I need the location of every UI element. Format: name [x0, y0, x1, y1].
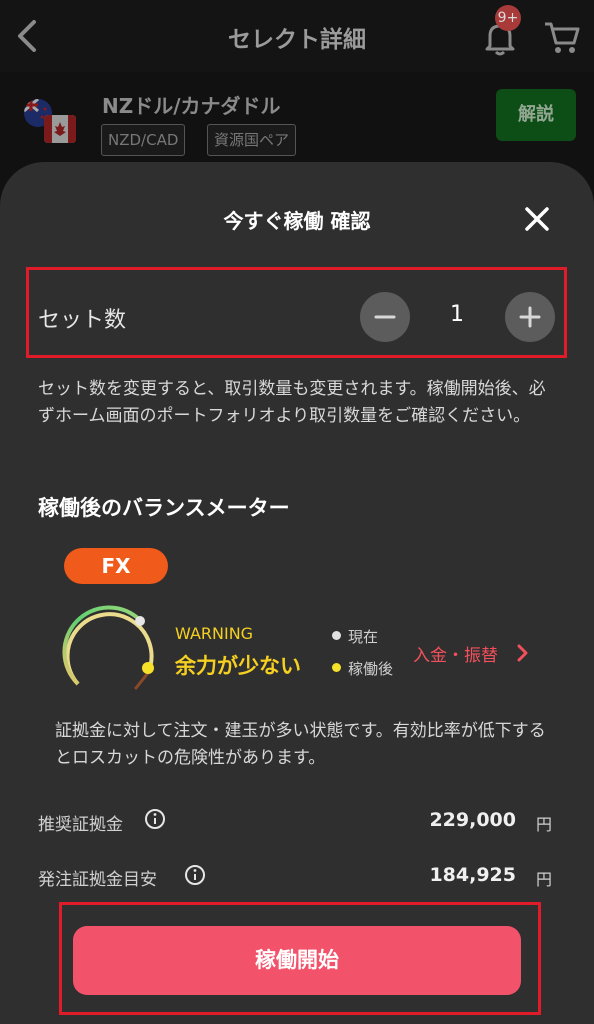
notification-badge: 9+ [495, 5, 521, 31]
increment-button[interactable] [505, 292, 555, 342]
start-button[interactable]: 稼働開始 [73, 926, 521, 995]
top-bar: セレクト詳細 9+ [0, 0, 594, 72]
deposit-transfer-link[interactable]: 入金・振替 [413, 641, 498, 666]
tag-category: 資源国ペア [207, 124, 297, 156]
order-margin-value: 184,925 [429, 864, 516, 886]
legend-after: 稼働後 [348, 660, 394, 678]
info-icon[interactable] [144, 808, 166, 830]
legend-current-dot [332, 631, 341, 640]
recommended-margin-value: 229,000 [429, 809, 516, 831]
chevron-right-icon[interactable] [516, 643, 530, 663]
ca-flag-icon [44, 115, 76, 143]
order-margin-unit: 円 [536, 870, 553, 889]
info-icon[interactable] [184, 864, 206, 886]
status-text: 余力が少ない [175, 654, 301, 678]
status-label: WARNING [175, 624, 254, 643]
legend-current: 現在 [348, 628, 379, 646]
close-icon[interactable] [520, 202, 554, 236]
set-count-value[interactable]: 1 [420, 302, 494, 327]
cart-icon[interactable] [540, 14, 584, 58]
order-margin-label: 発注証拠金目安 [38, 870, 157, 890]
balance-gauge [58, 600, 168, 700]
tag-symbol: NZD/CAD [101, 124, 186, 156]
pair-name: NZドル/カナダドル [102, 94, 281, 118]
explain-button[interactable]: 解説 [496, 89, 576, 141]
recommended-margin-unit: 円 [536, 815, 553, 834]
legend-after-dot [332, 663, 341, 672]
fx-pill: FX [64, 548, 168, 584]
set-count-label: セット数 [38, 308, 127, 333]
balance-meter-title: 稼働後のバランスメーター [38, 496, 290, 520]
balance-description: 証拠金に対して注文・建玉が多い状態です。有効比率が低下するとロスカットの危険性が… [55, 721, 546, 768]
decrement-button[interactable] [360, 292, 410, 342]
set-count-note: セット数を変更すると、取引数量も変更されます。稼働開始後、必ずホーム画面のポート… [38, 379, 546, 426]
recommended-margin-label: 推奨証拠金 [38, 815, 123, 835]
sheet-title: 今すぐ稼働 確認 [223, 209, 371, 233]
